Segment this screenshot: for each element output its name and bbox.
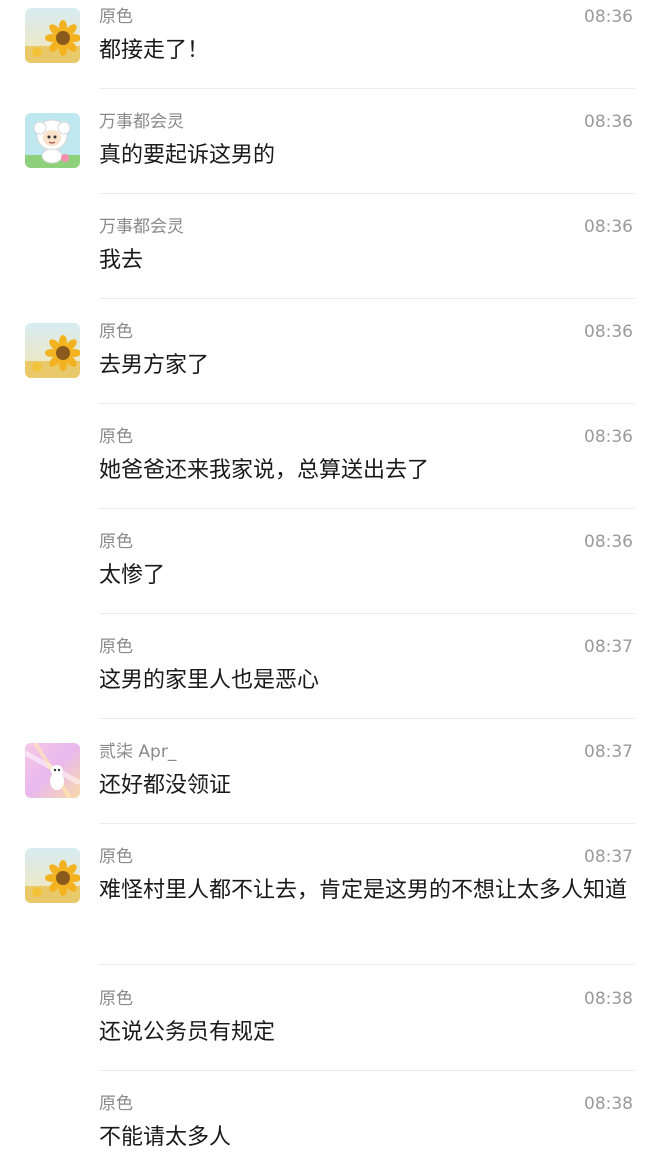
sender-name: 原色 (99, 1094, 133, 1114)
sender-name: 原色 (99, 322, 133, 342)
divider (99, 193, 635, 194)
chat-message[interactable]: 原色 08:36 去男方家了 (0, 315, 660, 404)
avatar-pink[interactable] (25, 743, 80, 798)
message-text: 真的要起诉这男的 (99, 143, 276, 168)
message-time: 08:38 (584, 1094, 633, 1114)
chat-message[interactable]: 原色 08:38 还说公务员有规定 (0, 982, 660, 1071)
chat-message-list: 原色 08:36 都接走了！ 万事都会灵 08:36 真的要起诉这男的 万事都会… (0, 0, 660, 1168)
message-time: 08:36 (584, 427, 633, 447)
divider (99, 403, 635, 404)
divider (99, 964, 635, 965)
chat-message[interactable]: 贰柒 Apr_ 08:37 还好都没领证 (0, 735, 660, 824)
message-text: 她爸爸还来我家说，总算送出去了 (99, 458, 430, 483)
message-text: 这男的家里人也是恶心 (99, 668, 320, 693)
chat-message[interactable]: 万事都会灵 08:36 真的要起诉这男的 (0, 105, 660, 194)
divider (99, 508, 635, 509)
sender-name: 原色 (99, 532, 133, 552)
message-time: 08:37 (584, 637, 633, 657)
avatar-sunflower[interactable] (25, 8, 80, 63)
sender-name: 原色 (99, 427, 133, 447)
avatar-sheep[interactable] (25, 113, 80, 168)
message-time: 08:36 (584, 532, 633, 552)
sender-name: 原色 (99, 637, 133, 657)
sunflower-icon (25, 848, 80, 903)
chat-message[interactable]: 原色 08:36 她爸爸还来我家说，总算送出去了 (0, 420, 660, 509)
message-time: 08:37 (584, 847, 633, 867)
sender-name: 贰柒 Apr_ (99, 742, 177, 762)
chat-message[interactable]: 原色 08:36 都接走了！ (0, 0, 660, 89)
sunflower-icon (25, 323, 80, 378)
message-text: 不能请太多人 (99, 1125, 232, 1150)
avatar-sunflower[interactable] (25, 323, 80, 378)
message-text: 难怪村里人都不让去，肯定是这男的不想让太多人知道 (99, 878, 628, 903)
character-icon (25, 743, 80, 798)
divider (99, 298, 635, 299)
message-time: 08:36 (584, 322, 633, 342)
sender-name: 原色 (99, 847, 133, 867)
message-text: 我去 (99, 248, 144, 273)
message-time: 08:36 (584, 7, 633, 27)
sender-name: 原色 (99, 7, 133, 27)
sender-name: 万事都会灵 (99, 112, 184, 132)
sender-name: 万事都会灵 (99, 217, 184, 237)
message-text: 还说公务员有规定 (99, 1020, 276, 1045)
divider (99, 88, 635, 89)
sender-name: 原色 (99, 989, 133, 1009)
chat-message[interactable]: 原色 08:38 不能请太多人 (0, 1087, 660, 1167)
sunflower-icon (25, 8, 80, 63)
chat-message[interactable]: 原色 08:37 难怪村里人都不让去，肯定是这男的不想让太多人知道 (0, 840, 660, 965)
message-time: 08:36 (584, 217, 633, 237)
message-time: 08:38 (584, 989, 633, 1009)
message-text: 太惨了 (99, 563, 166, 588)
chat-message[interactable]: 原色 08:36 太惨了 (0, 525, 660, 614)
sheep-icon (25, 113, 80, 168)
chat-message[interactable]: 原色 08:37 这男的家里人也是恶心 (0, 630, 660, 719)
divider (99, 823, 635, 824)
message-text: 去男方家了 (99, 353, 210, 378)
divider (99, 718, 635, 719)
message-time: 08:37 (584, 742, 633, 762)
divider (99, 1070, 635, 1071)
avatar-sunflower[interactable] (25, 848, 80, 903)
message-time: 08:36 (584, 112, 633, 132)
message-text: 还好都没领证 (99, 773, 232, 798)
message-text: 都接走了！ (99, 38, 210, 63)
divider (99, 613, 635, 614)
chat-message[interactable]: 万事都会灵 08:36 我去 (0, 210, 660, 299)
